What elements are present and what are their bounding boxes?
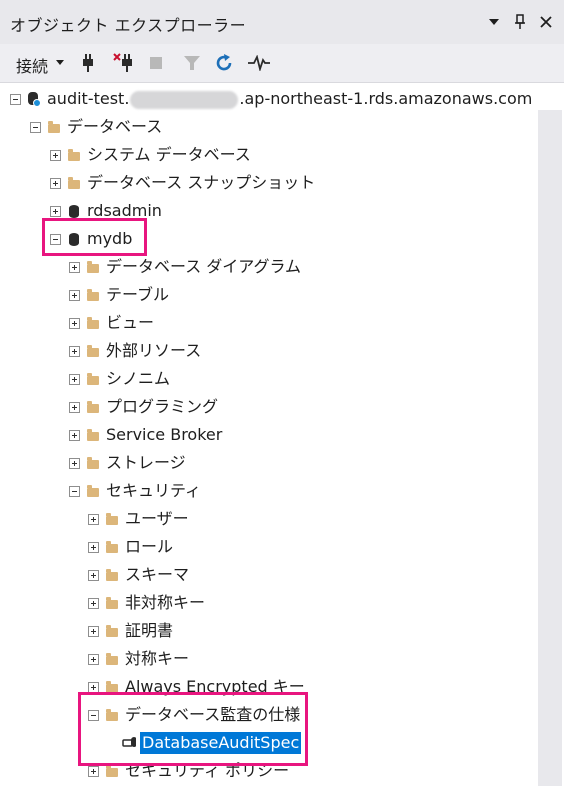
expand-icon[interactable] bbox=[69, 457, 80, 469]
refresh-icon[interactable] bbox=[212, 51, 236, 75]
expand-icon[interactable] bbox=[88, 681, 99, 693]
tree-node-security[interactable]: セキュリティ bbox=[69, 477, 201, 505]
collapse-icon[interactable] bbox=[69, 485, 80, 497]
server-name-prefix: audit-test. bbox=[47, 89, 130, 108]
folder-icon bbox=[86, 372, 100, 386]
panel-titlebar: オブジェクト エクスプローラー bbox=[0, 0, 564, 44]
tree-node-views[interactable]: ビュー bbox=[69, 309, 154, 337]
tree-node-server[interactable]: audit-test. .ap-northeast-1.rds.amazonaws… bbox=[10, 85, 532, 113]
expand-icon[interactable] bbox=[50, 177, 61, 189]
filter-icon bbox=[180, 51, 204, 75]
dropdown-icon[interactable] bbox=[482, 10, 506, 34]
close-icon[interactable] bbox=[534, 10, 558, 34]
redacted-text bbox=[130, 90, 239, 109]
expand-icon[interactable] bbox=[50, 205, 61, 217]
folder-icon bbox=[105, 624, 119, 638]
tree-node-schemas[interactable]: スキーマ bbox=[88, 561, 189, 589]
expand-icon[interactable] bbox=[69, 317, 80, 329]
expand-icon[interactable] bbox=[88, 597, 99, 609]
activity-monitor-icon[interactable] bbox=[247, 51, 271, 75]
folder-icon bbox=[105, 652, 119, 666]
tree-node-external-resources[interactable]: 外部リソース bbox=[69, 337, 201, 365]
folder-icon bbox=[86, 400, 100, 414]
server-icon bbox=[27, 92, 41, 107]
expand-icon[interactable] bbox=[88, 569, 99, 581]
expand-icon[interactable] bbox=[88, 513, 99, 525]
expand-icon[interactable] bbox=[50, 149, 61, 161]
connect-dropdown-icon[interactable] bbox=[56, 60, 64, 65]
folder-icon bbox=[67, 176, 81, 190]
tree-node-synonyms[interactable]: シノニム bbox=[69, 365, 170, 393]
highlight-box-mydb bbox=[42, 218, 147, 256]
vertical-scrollbar[interactable] bbox=[538, 110, 562, 786]
tree-node-asymmetric-keys[interactable]: 非対称キー bbox=[88, 589, 205, 617]
collapse-icon[interactable] bbox=[10, 93, 21, 105]
server-name-suffix: .ap-northeast-1.rds.amazonaws.com bbox=[239, 89, 533, 108]
tree-node-programmability[interactable]: プログラミング bbox=[69, 393, 218, 421]
expand-icon[interactable] bbox=[88, 541, 99, 553]
folder-icon bbox=[105, 512, 119, 526]
panel-title: オブジェクト エクスプローラー bbox=[10, 16, 247, 35]
tree-node-users[interactable]: ユーザー bbox=[88, 505, 189, 533]
expand-icon[interactable] bbox=[69, 289, 80, 301]
folder-icon bbox=[86, 288, 100, 302]
connect-button[interactable]: 接続 bbox=[16, 53, 48, 77]
tree-node-system-databases[interactable]: システム データベース bbox=[50, 141, 251, 169]
tree-node-snapshots[interactable]: データベース スナップショット bbox=[50, 169, 315, 197]
tree-node-service-broker[interactable]: Service Broker bbox=[69, 421, 222, 449]
tree-node-certificates[interactable]: 証明書 bbox=[88, 617, 173, 645]
expand-icon[interactable] bbox=[69, 373, 80, 385]
expand-icon[interactable] bbox=[69, 401, 80, 413]
database-icon bbox=[67, 204, 81, 218]
expand-icon[interactable] bbox=[88, 765, 99, 777]
pin-icon[interactable] bbox=[508, 10, 532, 34]
folder-icon bbox=[86, 344, 100, 358]
tree-node-databases[interactable]: データベース bbox=[30, 113, 162, 141]
expand-icon[interactable] bbox=[69, 261, 80, 273]
connect-plug-icon[interactable] bbox=[76, 51, 100, 75]
expand-icon[interactable] bbox=[69, 345, 80, 357]
stop-icon bbox=[144, 51, 168, 75]
highlight-box-audit-spec bbox=[78, 692, 308, 766]
expand-icon[interactable] bbox=[69, 429, 80, 441]
tree-node-roles[interactable]: ロール bbox=[88, 533, 173, 561]
object-explorer-tree: audit-test. .ap-northeast-1.rds.amazonaws… bbox=[0, 82, 536, 786]
folder-icon bbox=[86, 456, 100, 470]
collapse-icon[interactable] bbox=[30, 121, 41, 133]
tree-node-storage[interactable]: ストレージ bbox=[69, 449, 186, 477]
folder-icon bbox=[86, 428, 100, 442]
folder-icon bbox=[86, 260, 100, 274]
folder-icon bbox=[86, 316, 100, 330]
folder-icon bbox=[105, 540, 119, 554]
folder-icon bbox=[47, 120, 61, 134]
folder-icon bbox=[105, 764, 119, 778]
folder-icon bbox=[86, 484, 100, 498]
toolbar: 接続 bbox=[0, 44, 564, 83]
folder-icon bbox=[105, 568, 119, 582]
tree-node-tables[interactable]: テーブル bbox=[69, 281, 169, 309]
expand-icon[interactable] bbox=[88, 625, 99, 637]
folder-icon bbox=[67, 148, 81, 162]
folder-icon bbox=[105, 596, 119, 610]
tree-node-symmetric-keys[interactable]: 対称キー bbox=[88, 645, 189, 673]
disconnect-icon[interactable] bbox=[112, 51, 136, 75]
expand-icon[interactable] bbox=[88, 653, 99, 665]
tree-node-diagrams[interactable]: データベース ダイアグラム bbox=[69, 253, 301, 281]
